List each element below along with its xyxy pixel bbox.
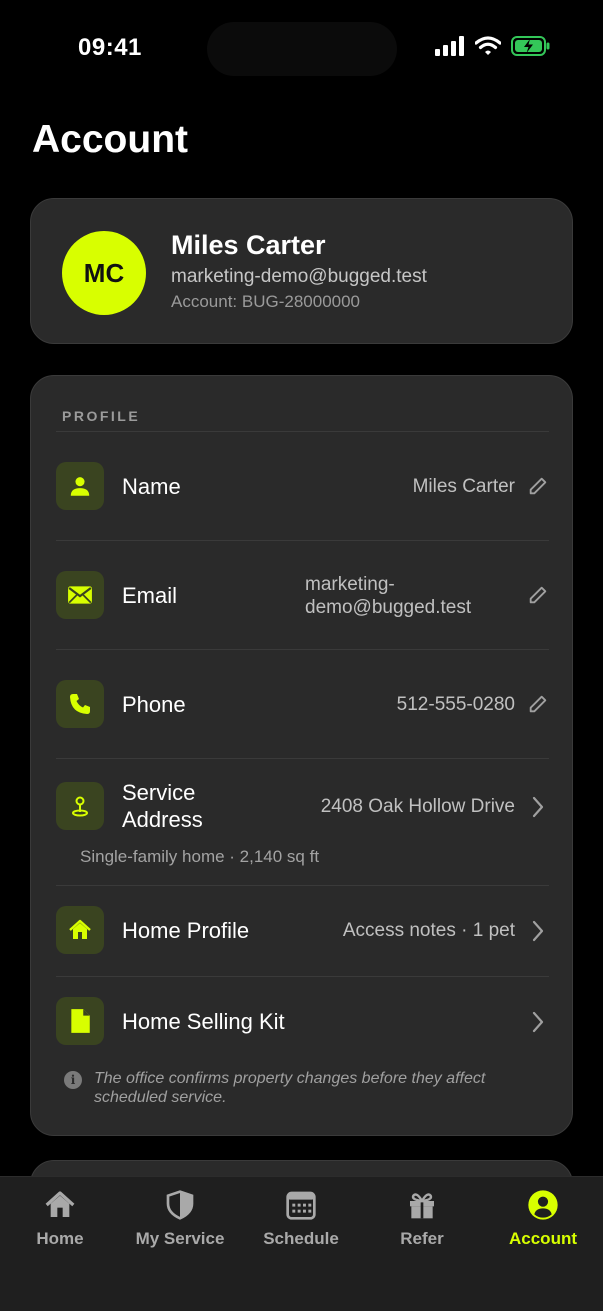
row-value: marketing- demo@bugged.test [305,573,471,619]
dynamic-island [207,22,397,76]
row-label: Home Profile [122,918,250,943]
email-value-line-2: demo@bugged.test [305,597,472,618]
profile-section: PROFILE Name Miles Carter Email marketin… [30,375,573,1136]
tab-label: Account [509,1229,577,1248]
profile-row-service-address[interactable]: Service Address 2408 Oak Hollow Drive Si… [31,759,574,885]
page-title: Account [32,118,188,161]
section-label: PROFILE [62,408,141,424]
user-name: Miles Carter [171,230,326,260]
tab-schedule[interactable]: Schedule [241,1189,361,1249]
row-label-line-1: Service [122,780,196,805]
house-icon [56,906,104,954]
calendar-icon [286,1191,316,1220]
tab-my-service[interactable]: My Service [120,1189,240,1249]
status-time: 09:41 [78,34,142,61]
email-value-line-1: marketing- [305,574,395,595]
gift-icon [410,1193,434,1219]
home-icon [45,1191,75,1217]
profile-row-phone[interactable]: Phone 512-555-0280 [31,650,574,758]
row-value: 512-555-0280 [396,694,515,715]
signal-icon [435,36,464,56]
note-text: The office confirms property changes bef… [94,1070,486,1106]
location-pin-icon [56,782,104,830]
user-email: marketing-demo@bugged.test [171,266,427,287]
row-label: Home Selling Kit [122,1009,285,1034]
shield-icon [166,1190,194,1220]
chevron-right-icon[interactable] [526,795,550,819]
profile-row-home-selling-kit[interactable]: Home Selling Kit [31,977,574,1067]
info-icon: i [64,1071,82,1089]
row-label-line-2: Address [122,807,203,832]
edit-icon[interactable] [526,474,550,498]
wifi-icon [475,36,501,55]
info-note: i The office confirms property changes b… [64,1069,554,1107]
profile-row-home-profile[interactable]: Home Profile Access notes · 1 pet [31,886,574,976]
phone-icon [56,680,104,728]
tab-label: Home [36,1229,84,1248]
tab-label: Schedule [263,1229,339,1248]
tab-bar: Home My Service Schedule Refer Account [0,1176,603,1311]
tab-account[interactable]: Account [483,1189,603,1249]
profile-row-email[interactable]: Email marketing- demo@bugged.test [31,541,574,649]
edit-icon[interactable] [526,583,550,607]
row-label: Email [122,583,178,608]
person-icon [56,462,104,510]
battery-icon [511,36,550,56]
status-bar: 09:41 [0,0,603,100]
edit-icon[interactable] [526,692,550,716]
profile-row-name[interactable]: Name Miles Carter [31,432,574,540]
tab-label: Refer [400,1229,444,1248]
row-subtext: Single-family home · 2,140 sq ft [80,847,320,866]
mail-icon [56,571,104,619]
profile-summary-card: MC Miles Carter marketing-demo@bugged.te… [30,198,573,344]
account-icon [528,1190,558,1220]
avatar: MC [62,231,146,315]
account-number: Account: BUG-28000000 [171,292,361,311]
row-value: 2408 Oak Hollow Drive [320,796,515,817]
tab-home[interactable]: Home [0,1189,120,1249]
chevron-right-icon[interactable] [526,919,550,943]
row-value: Access notes · 1 pet [342,920,515,941]
tab-refer[interactable]: Refer [362,1189,482,1249]
row-label: Phone [122,692,186,717]
row-label: Service Address [122,779,203,833]
status-icons [435,36,551,56]
tab-label: My Service [135,1229,225,1248]
document-icon [56,997,104,1045]
row-label: Name [122,474,181,499]
row-value: Miles Carter [412,476,515,497]
chevron-right-icon[interactable] [526,1010,550,1034]
